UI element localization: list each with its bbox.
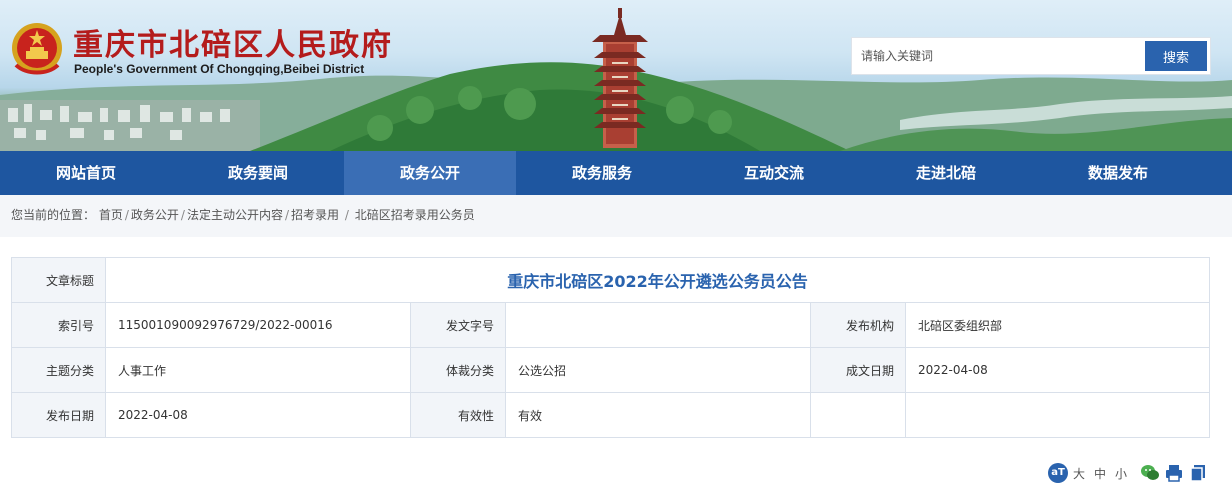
doc-no-label: 发文字号 xyxy=(410,302,506,348)
written-date-value: 2022-04-08 xyxy=(905,347,1210,393)
publish-date-value: 2022-04-08 xyxy=(105,392,411,438)
index-value: 115001090092976729/2022-00016 xyxy=(105,302,411,348)
empty-cell xyxy=(810,392,906,438)
copy-icon[interactable] xyxy=(1188,463,1208,483)
nav-item-about-beibei[interactable]: 走进北碚 xyxy=(860,151,1032,195)
table-row: 索引号 115001090092976729/2022-00016 发文字号 发… xyxy=(11,302,1210,348)
breadcrumb-home[interactable]: 首页 xyxy=(99,208,123,222)
nav-item-gov-service[interactable]: 政务服务 xyxy=(516,151,688,195)
page-tools: aT 大 中 小 xyxy=(1048,461,1208,485)
nav-item-home[interactable]: 网站首页 xyxy=(0,151,172,195)
empty-cell xyxy=(905,392,1210,438)
article-info-table: 文章标题 重庆市北碚区2022年公开遴选公务员公告 索引号 1150010900… xyxy=(11,257,1210,438)
validity-label: 有效性 xyxy=(410,392,506,438)
search-box: 搜索 xyxy=(851,37,1211,75)
main-nav: 网站首页 政务要闻 政务公开 政务服务 互动交流 走进北碚 数据发布 xyxy=(0,151,1232,195)
genre-label: 体裁分类 xyxy=(410,347,506,393)
breadcrumb: 您当前的位置： 首页 / 政务公开 / 法定主动公开内容 / 招考录用 / 北碚区招考录用公… xyxy=(0,195,1232,237)
header-banner: 重庆市北碚区人民政府 People's Government Of Chongq… xyxy=(0,0,1232,151)
nav-item-gov-open[interactable]: 政务公开 xyxy=(344,151,516,195)
font-size-large[interactable]: 大 xyxy=(1073,465,1085,482)
site-subtitle: People's Government Of Chongqing,Beibei … xyxy=(74,62,365,76)
topic-label: 主题分类 xyxy=(11,347,106,393)
font-size-icon: aT xyxy=(1048,463,1068,483)
title-label: 文章标题 xyxy=(11,257,106,303)
font-size-small[interactable]: 小 xyxy=(1115,465,1127,482)
table-row: 主题分类 人事工作 体裁分类 公选公招 成文日期 2022-04-08 xyxy=(11,347,1210,393)
publish-date-label: 发布日期 xyxy=(11,392,106,438)
table-row: 发布日期 2022-04-08 有效性 有效 xyxy=(11,392,1210,438)
agency-value: 北碚区委组织部 xyxy=(905,302,1210,348)
print-icon[interactable] xyxy=(1164,463,1184,483)
font-size-medium[interactable]: 中 xyxy=(1094,465,1106,482)
index-label: 索引号 xyxy=(11,302,106,348)
breadcrumb-gov-open[interactable]: 政务公开 xyxy=(131,208,179,222)
nav-item-interaction[interactable]: 互动交流 xyxy=(688,151,860,195)
agency-label: 发布机构 xyxy=(810,302,906,348)
nav-item-news[interactable]: 政务要闻 xyxy=(172,151,344,195)
breadcrumb-recruitment[interactable]: 招考录用 xyxy=(291,208,339,222)
doc-no-value xyxy=(505,302,811,348)
breadcrumb-statutory-content[interactable]: 法定主动公开内容 xyxy=(187,208,283,222)
genre-value: 公选公招 xyxy=(505,347,811,393)
site-title: 重庆市北碚区人民政府 xyxy=(73,28,393,63)
written-date-label: 成文日期 xyxy=(810,347,906,393)
search-button[interactable]: 搜索 xyxy=(1145,41,1207,71)
breadcrumb-civil-servant[interactable]: 北碚区招考录用公务员 xyxy=(355,208,475,222)
breadcrumb-prefix: 您当前的位置： xyxy=(11,208,96,222)
nav-item-data-release[interactable]: 数据发布 xyxy=(1032,151,1204,195)
search-input[interactable] xyxy=(853,39,1143,73)
validity-value: 有效 xyxy=(505,392,811,438)
table-row: 文章标题 重庆市北碚区2022年公开遴选公务员公告 xyxy=(11,257,1210,303)
wechat-icon[interactable] xyxy=(1140,463,1160,483)
topic-value: 人事工作 xyxy=(105,347,411,393)
national-emblem-icon xyxy=(12,23,62,75)
article-title: 重庆市北碚区2022年公开遴选公务员公告 xyxy=(105,257,1210,303)
